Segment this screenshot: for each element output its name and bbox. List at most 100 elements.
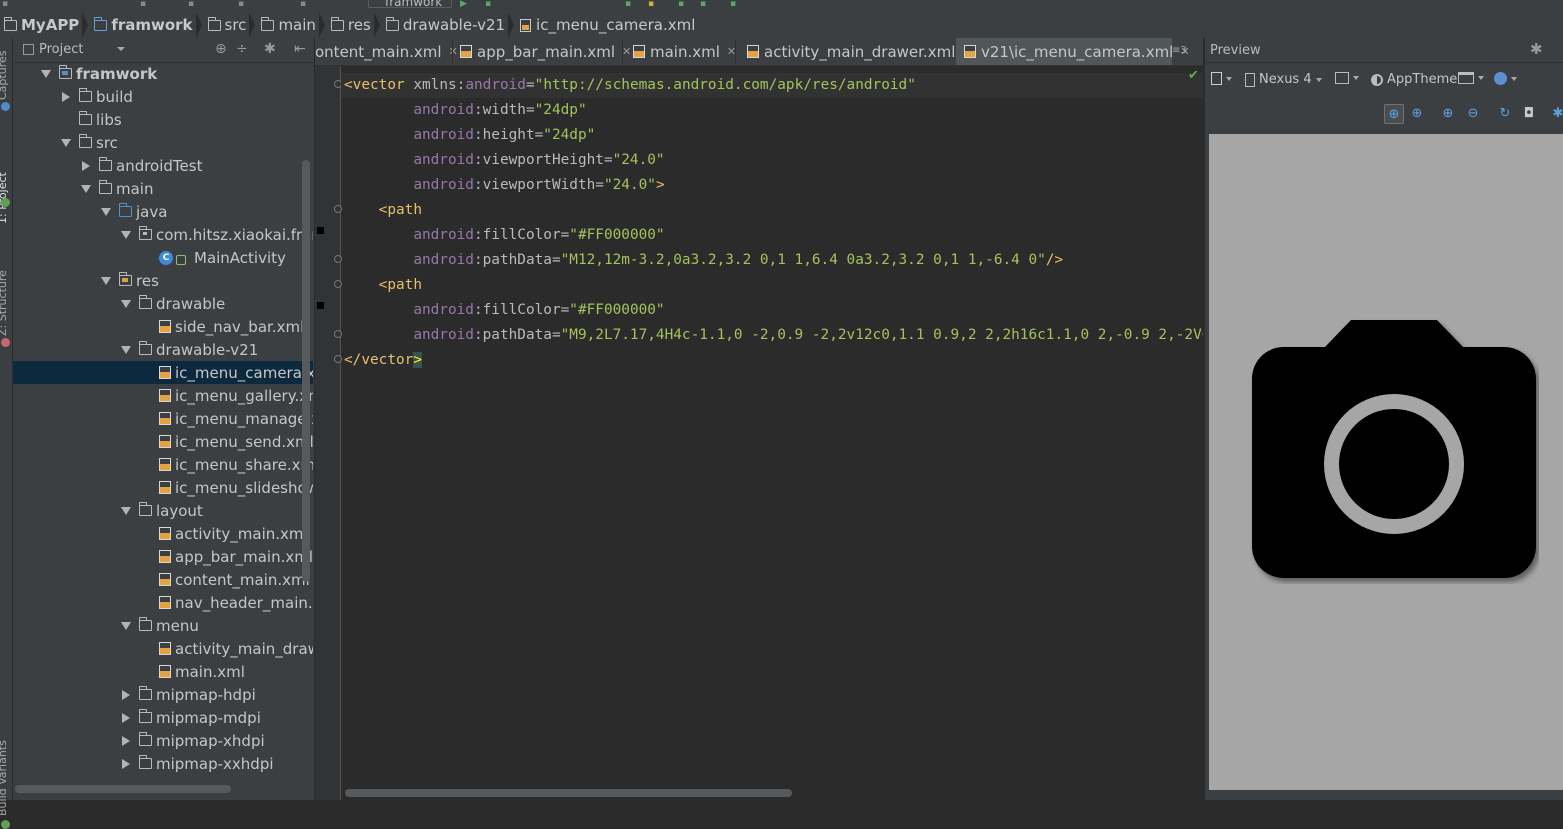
chevron-down-icon[interactable] <box>117 47 125 51</box>
tree-item[interactable]: drawable-v21 <box>13 338 313 361</box>
tree-item[interactable]: nav_header_main.x <box>13 591 313 614</box>
tab-ic-menu-camera[interactable]: v21\ic_menu_camera.xml ✕ <box>956 38 1190 65</box>
expand-arrow-icon[interactable] <box>121 299 131 308</box>
scroll-from-source-icon[interactable]: ⊕ <box>215 41 227 57</box>
tree-item[interactable]: mipmap-mdpi <box>13 706 313 729</box>
breadcrumb-item-framwork[interactable]: framwork <box>90 12 195 38</box>
fold-marker-icon[interactable] <box>334 205 342 213</box>
tree-item[interactable]: mipmap-xhdpi <box>13 729 313 752</box>
fold-marker-icon[interactable] <box>334 330 342 338</box>
tab-overflow-button[interactable]: ≡3 <box>1172 45 1187 56</box>
tree-item[interactable]: layout <box>13 499 313 522</box>
tree-item[interactable]: ic_menu_slideshow <box>13 476 313 499</box>
breadcrumb-item-src[interactable]: src <box>204 12 250 38</box>
tree-item[interactable]: androidTest <box>13 154 313 177</box>
fold-marker-icon[interactable] <box>334 255 342 263</box>
captures-tab[interactable]: Captures <box>0 51 9 100</box>
tree-item[interactable]: com.hitsz.xiaokai.fram <box>13 223 313 246</box>
preview-canvas[interactable] <box>1209 134 1563 790</box>
toolbar-icon[interactable]: ▪ <box>188 0 198 9</box>
zoom-in-icon[interactable]: ⊕ <box>1439 104 1457 122</box>
breadcrumb-item-myapp[interactable]: MyAPP <box>0 12 82 38</box>
project-vertical-scrollbar[interactable] <box>302 160 310 582</box>
theme-select[interactable]: AppTheme <box>1371 72 1457 87</box>
tab-content-main[interactable]: ontent_main.xml ✕ <box>315 38 458 65</box>
close-icon[interactable]: ✕ <box>622 45 631 58</box>
code-line[interactable]: android:fillColor="#FF000000" <box>344 298 1203 323</box>
project-horizontal-scrollbar[interactable] <box>15 785 231 793</box>
close-icon[interactable]: ✕ <box>449 45 458 58</box>
toolbar-icon[interactable]: ▪ <box>238 0 248 9</box>
locale-select[interactable] <box>1494 72 1517 85</box>
code-line[interactable]: android:height="24dp" <box>344 123 1203 148</box>
tree-item[interactable]: side_nav_bar.xml <box>13 315 313 338</box>
tree-item[interactable]: ic_menu_send.xml <box>13 430 313 453</box>
toolbar-icon[interactable]: ▪ <box>2 0 12 9</box>
tab-activity-main-drawer[interactable]: activity_main_drawer.xml ✕ <box>747 38 972 65</box>
expand-arrow-icon[interactable] <box>121 506 131 515</box>
toolbar-icon[interactable]: ▪ <box>140 0 150 9</box>
tree-item[interactable]: src <box>13 131 313 154</box>
zoom-to-fit-icon[interactable]: ⊕ <box>1384 104 1404 124</box>
toolbar-icon[interactable]: ▪ <box>625 0 635 9</box>
run-config-select[interactable]: framwork <box>368 0 452 8</box>
tree-item[interactable]: activity_main.xml <box>13 522 313 545</box>
code-line[interactable]: android:pathData="M9,2L7.17,4H4c-1.1,0 -… <box>344 323 1203 348</box>
toolbar-icon[interactable]: ▪ <box>700 0 710 9</box>
code-line[interactable]: <vector xmlns:android="http://schemas.an… <box>344 73 1203 98</box>
tree-item[interactable]: drawable <box>13 292 313 315</box>
debug-icon[interactable]: ▪ <box>485 0 495 9</box>
editor-gutter[interactable] <box>315 66 342 800</box>
toolbar-icon[interactable]: ▪ <box>648 0 658 9</box>
toolbar-icon[interactable]: ▪ <box>730 0 740 9</box>
device-select[interactable]: Nexus 4 <box>1245 72 1322 87</box>
breadcrumb-item-res[interactable]: res <box>327 12 374 38</box>
collapse-arrow-icon[interactable] <box>122 689 130 700</box>
expand-arrow-icon[interactable] <box>121 621 131 630</box>
tree-item[interactable]: activity_main_draw <box>13 637 313 660</box>
gear-icon[interactable]: ✱ <box>1530 40 1543 58</box>
tab-main[interactable]: main.xml ✕ <box>633 38 736 65</box>
tree-item[interactable]: framwork <box>13 62 313 85</box>
editor-horizontal-scrollbar[interactable] <box>345 789 792 797</box>
tree-item[interactable]: main <box>13 177 313 200</box>
hide-icon[interactable]: ⇤ <box>294 41 306 57</box>
expand-arrow-icon[interactable] <box>121 230 131 239</box>
activity-select[interactable] <box>1458 72 1484 84</box>
tree-item[interactable]: ic_menu_gallery.xm <box>13 384 313 407</box>
tree-item[interactable]: mipmap-xxhdpi <box>13 752 313 775</box>
settings-icon[interactable]: ✱ <box>1549 104 1563 122</box>
code-line[interactable]: </vector> <box>344 348 1203 373</box>
fold-marker-icon[interactable] <box>334 355 342 363</box>
zoom-out-icon[interactable]: ⊖ <box>1464 104 1482 122</box>
tree-item[interactable]: app_bar_main.xml <box>13 545 313 568</box>
toolbar-icon[interactable]: ▪ <box>300 0 310 9</box>
code-editor[interactable]: <vector xmlns:android="http://schemas.an… <box>315 66 1203 800</box>
code-line[interactable]: android:pathData="M12,12m-3.2,0a3.2,3.2 … <box>344 248 1203 273</box>
tree-item[interactable]: libs <box>13 108 313 131</box>
tree-item[interactable]: ic_menu_share.xml <box>13 453 313 476</box>
build-variants-tab[interactable]: Build Variants <box>0 740 9 816</box>
code-line[interactable]: android:viewportHeight="24.0" <box>344 148 1203 173</box>
collapse-arrow-icon[interactable] <box>122 758 130 769</box>
tree-item[interactable]: res <box>13 269 313 292</box>
collapse-arrow-icon[interactable] <box>122 735 130 746</box>
code-text[interactable]: <vector xmlns:android="http://schemas.an… <box>344 73 1203 373</box>
code-line[interactable]: android:fillColor="#FF000000" <box>344 223 1203 248</box>
refresh-icon[interactable]: ↻ <box>1496 104 1514 122</box>
expand-arrow-icon[interactable] <box>61 138 71 147</box>
tree-item[interactable]: content_main.xml <box>13 568 313 591</box>
expand-arrow-icon[interactable] <box>41 69 51 78</box>
run-icon[interactable]: ▶ <box>460 0 470 9</box>
orientation-button[interactable] <box>1335 72 1359 84</box>
expand-arrow-icon[interactable] <box>121 345 131 354</box>
expand-arrow-icon[interactable] <box>101 276 111 285</box>
collapse-arrow-icon[interactable] <box>62 91 70 102</box>
tree-item[interactable]: build <box>13 85 313 108</box>
expand-arrow-icon[interactable] <box>81 184 91 193</box>
collapse-arrow-icon[interactable] <box>82 160 90 171</box>
tree-item[interactable]: C MainActivity <box>13 246 313 269</box>
tree-item[interactable]: mipmap-hdpi <box>13 683 313 706</box>
tree-item[interactable]: ic_menu_manage.x <box>13 407 313 430</box>
tree-item[interactable]: java <box>13 200 313 223</box>
